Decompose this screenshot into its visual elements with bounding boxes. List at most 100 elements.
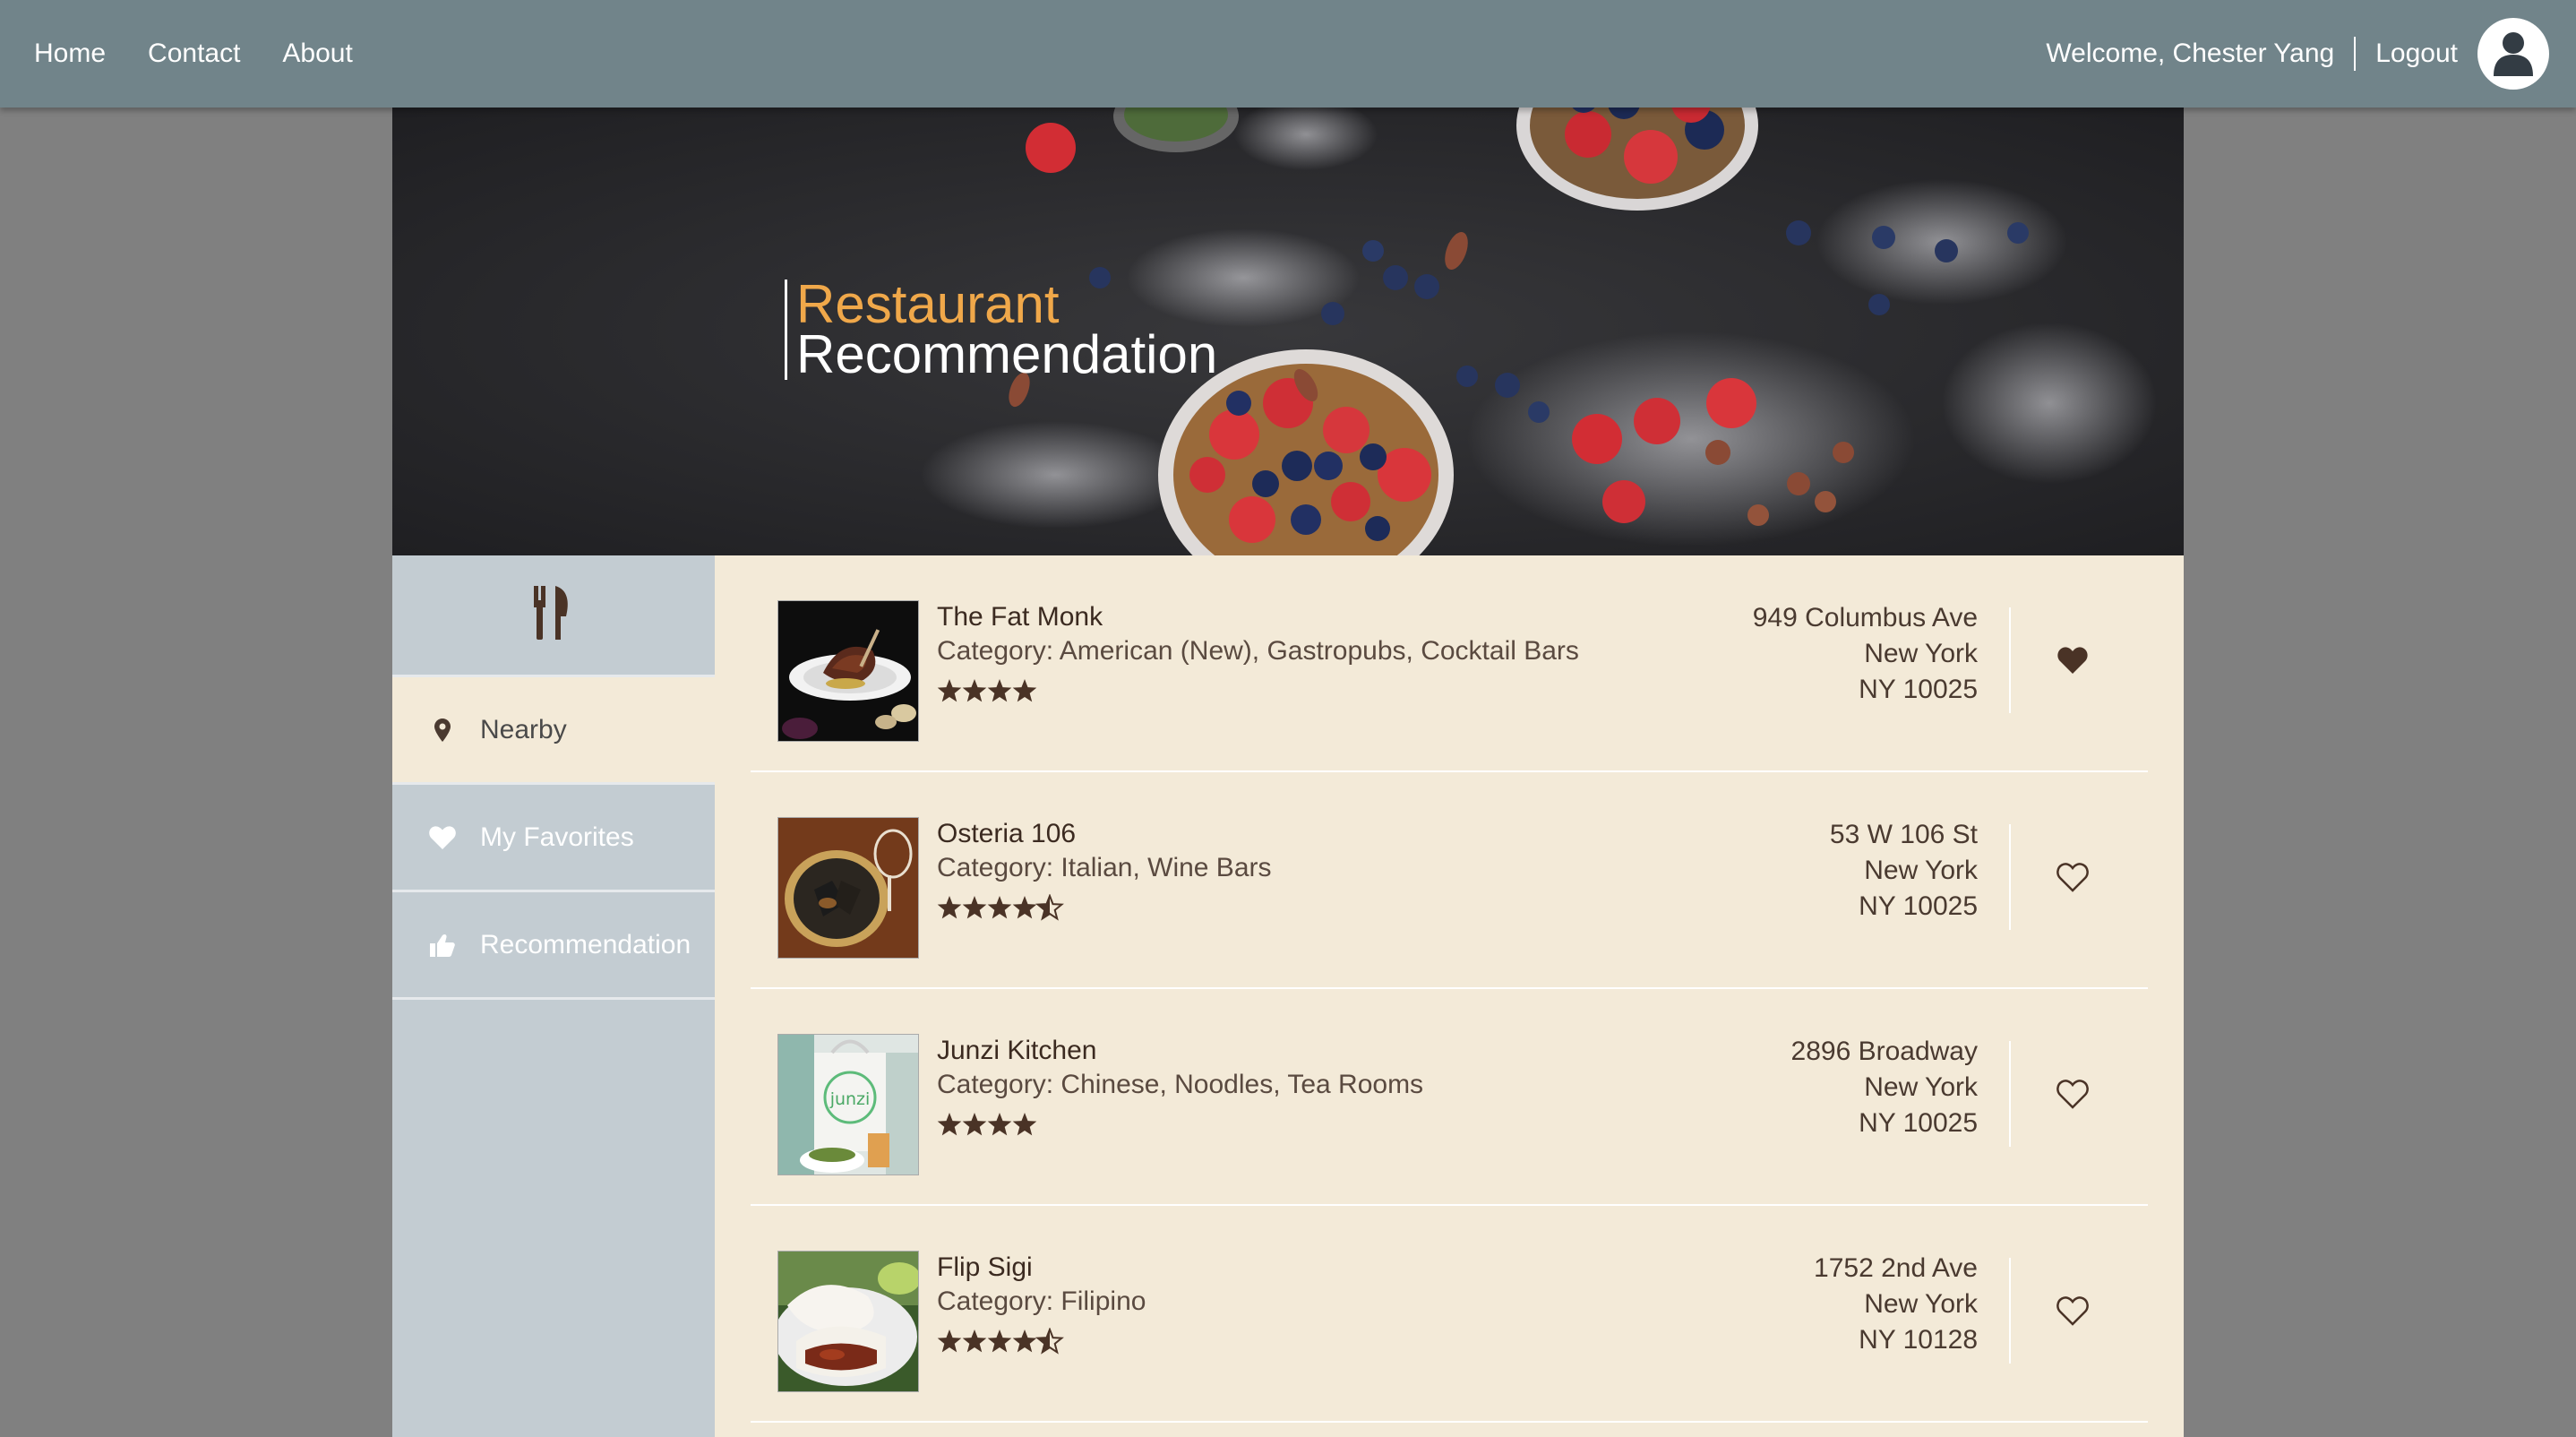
star-full-icon <box>987 1113 1012 1136</box>
list-item[interactable]: Flip Sigi Category: Filipino 1752 2nd Av… <box>751 1206 2148 1423</box>
star-rating-graphic <box>937 893 1064 921</box>
hero-banner: Restaurant Recommendation <box>392 108 2184 555</box>
favorite-heart-icon[interactable] <box>2057 862 2089 894</box>
nav-home-link[interactable]: Home <box>34 39 106 69</box>
sidebar-header <box>392 555 715 677</box>
restaurant-info: The Fat Monk Category: American (New), G… <box>937 600 1579 706</box>
heart-outline-icon <box>2057 1080 2089 1109</box>
restaurant-thumbnail: junzi <box>777 1034 919 1175</box>
row-divider <box>2009 607 2011 713</box>
sidebar-item-recommendation[interactable]: Recommendation <box>392 892 715 1000</box>
address-city: New York <box>1864 639 1978 668</box>
restaurant-category: Category: American (New), Gastropubs, Co… <box>937 636 1579 666</box>
address-city: New York <box>1864 1072 1978 1102</box>
nav-about-link[interactable]: About <box>282 39 352 69</box>
star-full-icon <box>937 679 962 702</box>
list-item[interactable]: junzi Junzi Kitchen Category: Chinese, N… <box>751 989 2148 1206</box>
favorite-heart-icon[interactable] <box>2057 645 2089 677</box>
star-rating <box>937 1111 1423 1140</box>
address-zip: NY 10025 <box>1859 675 1978 704</box>
heart-outline-icon <box>2057 863 2089 892</box>
nav-contact-link[interactable]: Contact <box>148 39 240 69</box>
star-rating-graphic <box>937 679 1037 702</box>
top-navbar: Home Contact About Welcome, Chester Yang… <box>0 0 2576 108</box>
restaurant-address: 949 Columbus Ave New York NY 10025 <box>1753 600 1978 708</box>
thumbs-up-icon <box>428 934 457 957</box>
restaurant-thumbnail <box>777 1251 919 1392</box>
address-zip: NY 10128 <box>1859 1325 1978 1355</box>
restaurant-address: 53 W 106 St New York NY 10025 <box>1830 817 1978 925</box>
star-rating <box>937 677 1579 706</box>
page-title-line2: Recommendation <box>796 324 1218 384</box>
nav-divider <box>2354 37 2357 71</box>
sidebar-item-nearby[interactable]: Nearby <box>392 677 715 785</box>
star-full-icon <box>1012 679 1037 702</box>
list-item[interactable]: The Fat Monk Category: American (New), G… <box>751 555 2148 772</box>
restaurant-thumbnail <box>777 600 919 742</box>
restaurant-info: Osteria 106 Category: Italian, Wine Bars <box>937 817 1272 923</box>
restaurant-category: Category: Filipino <box>937 1286 1146 1316</box>
star-rating <box>937 1327 1146 1356</box>
address-street: 949 Columbus Ave <box>1752 603 1978 632</box>
star-full-icon <box>987 1329 1012 1353</box>
sidebar-item-label: Recommendation <box>480 929 691 959</box>
map-pin-icon <box>428 718 457 742</box>
star-full-icon <box>937 896 962 919</box>
star-full-icon <box>937 1329 962 1353</box>
star-full-icon <box>962 1329 987 1353</box>
address-city: New York <box>1864 856 1978 885</box>
address-street: 1752 2nd Ave <box>1814 1253 1978 1283</box>
restaurant-name[interactable]: Junzi Kitchen <box>937 1034 1423 1068</box>
address-city: New York <box>1864 1289 1978 1319</box>
restaurant-info: Junzi Kitchen Category: Chinese, Noodles… <box>937 1034 1423 1140</box>
nav-user-area: Welcome, Chester Yang Logout <box>2046 0 2549 108</box>
sidebar-item-label: Nearby <box>480 714 567 744</box>
favorite-heart-icon[interactable] <box>2057 1295 2089 1328</box>
welcome-text: Welcome, Chester Yang <box>2046 39 2335 68</box>
heart-icon <box>428 825 457 849</box>
restaurant-name[interactable]: Osteria 106 <box>937 817 1272 851</box>
star-full-icon <box>1012 896 1037 919</box>
star-full-icon <box>1012 1113 1037 1136</box>
logout-link[interactable]: Logout <box>2375 39 2458 69</box>
address-street: 2896 Broadway <box>1790 1037 1978 1066</box>
page-title: Restaurant Recommendation <box>785 274 1218 384</box>
sidebar: Nearby My Favorites Recommendation <box>392 555 715 1437</box>
row-divider <box>2009 1041 2011 1147</box>
main-container: Restaurant Recommendation Nearby My Favo… <box>392 108 2184 1437</box>
page-title-line1: Restaurant <box>796 274 1060 334</box>
user-avatar-icon[interactable] <box>2477 18 2549 90</box>
sidebar-item-label: My Favorites <box>480 822 634 852</box>
restaurant-address: 1752 2nd Ave New York NY 10128 <box>1814 1251 1978 1358</box>
list-item[interactable]: Osteria 106 Category: Italian, Wine Bars… <box>751 772 2148 989</box>
restaurant-info: Flip Sigi Category: Filipino <box>937 1251 1146 1356</box>
row-divider <box>2009 824 2011 930</box>
star-full-icon <box>937 1113 962 1136</box>
fork-knife-icon <box>532 586 575 644</box>
star-full-icon <box>962 1113 987 1136</box>
address-zip: NY 10025 <box>1859 891 1978 921</box>
sidebar-item-my-favorites[interactable]: My Favorites <box>392 785 715 892</box>
star-rating-graphic <box>937 1113 1037 1136</box>
favorite-heart-icon[interactable] <box>2057 1079 2089 1111</box>
star-full-icon <box>962 679 987 702</box>
heart-outline-icon <box>2057 1296 2089 1326</box>
row-divider <box>2009 1258 2011 1364</box>
star-full-icon <box>962 896 987 919</box>
address-zip: NY 10025 <box>1859 1108 1978 1138</box>
star-full-icon <box>987 679 1012 702</box>
restaurant-list: The Fat Monk Category: American (New), G… <box>715 555 2184 1437</box>
address-street: 53 W 106 St <box>1829 820 1978 849</box>
star-rating-graphic <box>937 1327 1064 1355</box>
junzi-bag-text: junzi <box>829 1089 871 1109</box>
star-full-icon <box>1012 1329 1037 1353</box>
restaurant-category: Category: Chinese, Noodles, Tea Rooms <box>937 1070 1424 1099</box>
star-rating <box>937 893 1272 923</box>
restaurant-thumbnail <box>777 817 919 959</box>
star-full-icon <box>987 896 1012 919</box>
restaurant-address: 2896 Broadway New York NY 10025 <box>1791 1034 1978 1141</box>
restaurant-category: Category: Italian, Wine Bars <box>937 853 1272 882</box>
restaurant-name[interactable]: The Fat Monk <box>937 600 1579 634</box>
restaurant-name[interactable]: Flip Sigi <box>937 1251 1146 1285</box>
heart-filled-icon <box>2057 647 2088 674</box>
